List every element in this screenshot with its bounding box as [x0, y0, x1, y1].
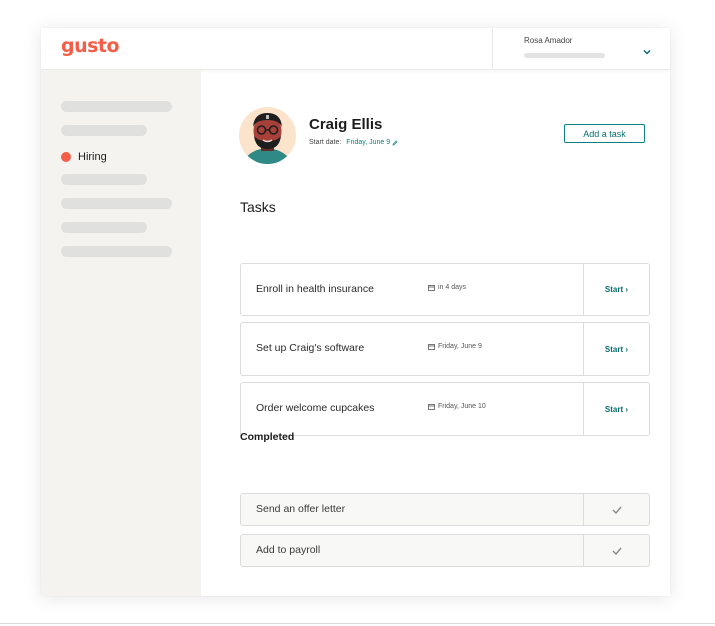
chevron-right-icon: ›: [625, 404, 629, 414]
chevron-down-icon[interactable]: [643, 42, 651, 60]
task-card[interactable]: Set up Craig's software Friday, June 9 S…: [240, 322, 650, 376]
tasks-heading: Tasks: [240, 199, 276, 215]
start-task-button[interactable]: Start ›: [584, 383, 649, 435]
checkmark-icon: [584, 494, 649, 525]
employee-avatar: [239, 107, 296, 164]
task-due-text: in 4 days: [438, 284, 467, 291]
task-due-text: Friday, June 9: [438, 343, 482, 350]
gusto-logo[interactable]: gusto: [61, 35, 120, 57]
sidebar-item-hiring[interactable]: Hiring: [61, 150, 107, 164]
sidebar: Hiring: [41, 70, 201, 596]
calendar-icon: [428, 284, 435, 291]
calendar-icon: [428, 343, 435, 350]
start-task-button[interactable]: Start ›: [584, 323, 649, 375]
chevron-right-icon: ›: [625, 285, 629, 294]
task-due-date: Friday, June 10: [428, 403, 486, 410]
app-window: gusto Rosa Amador Hiring Craig Ellis Sta…: [41, 28, 670, 596]
start-label: Start: [604, 344, 624, 354]
task-name: Enroll in health insurance: [256, 283, 374, 295]
employee-name: Craig Ellis: [309, 116, 383, 133]
sidebar-item-placeholder[interactable]: [61, 246, 172, 257]
top-bar: gusto Rosa Amador: [41, 28, 670, 70]
task-card[interactable]: Enroll in health insurance in 4 days Sta…: [240, 263, 650, 316]
start-label: Start: [604, 404, 624, 414]
pencil-icon[interactable]: [392, 140, 398, 146]
sidebar-item-placeholder[interactable]: [61, 174, 147, 185]
user-name: Rosa Amador: [524, 36, 573, 45]
user-menu[interactable]: Rosa Amador: [492, 28, 670, 69]
start-date-label: Start date:: [309, 139, 342, 146]
task-due-text: Friday, June 10: [438, 403, 486, 410]
completed-task-card: Send an offer letter: [240, 493, 650, 526]
user-subtitle-placeholder: [524, 53, 605, 58]
completed-heading: Completed: [240, 431, 295, 443]
start-task-button[interactable]: Start ›: [584, 264, 649, 315]
task-due-date: Friday, June 9: [428, 343, 482, 350]
start-date-link[interactable]: Friday, June 9: [346, 139, 390, 146]
start-date-row: Start date: Friday, June 9: [309, 139, 398, 146]
chevron-right-icon: ›: [625, 344, 629, 354]
add-task-button[interactable]: Add a task: [564, 124, 645, 143]
main-content: Craig Ellis Start date: Friday, June 9 A…: [201, 70, 670, 596]
calendar-icon: [428, 403, 435, 410]
task-name: Set up Craig's software: [256, 342, 365, 354]
sidebar-item-placeholder[interactable]: [61, 222, 147, 233]
page-divider: [0, 623, 715, 624]
completed-task-card: Add to payroll: [240, 534, 650, 567]
task-card[interactable]: Order welcome cupcakes Friday, June 10 S…: [240, 382, 650, 436]
completed-task-name: Send an offer letter: [256, 503, 346, 515]
task-name: Order welcome cupcakes: [256, 402, 375, 414]
sidebar-item-placeholder[interactable]: [61, 101, 172, 112]
active-indicator-dot: [61, 152, 71, 162]
completed-task-name: Add to payroll: [256, 544, 321, 556]
checkmark-icon: [584, 535, 649, 566]
task-due-date: in 4 days: [428, 284, 466, 291]
sidebar-item-placeholder[interactable]: [61, 198, 172, 209]
sidebar-item-placeholder[interactable]: [61, 125, 147, 136]
start-label: Start: [604, 285, 624, 294]
sidebar-item-label: Hiring: [78, 151, 107, 163]
